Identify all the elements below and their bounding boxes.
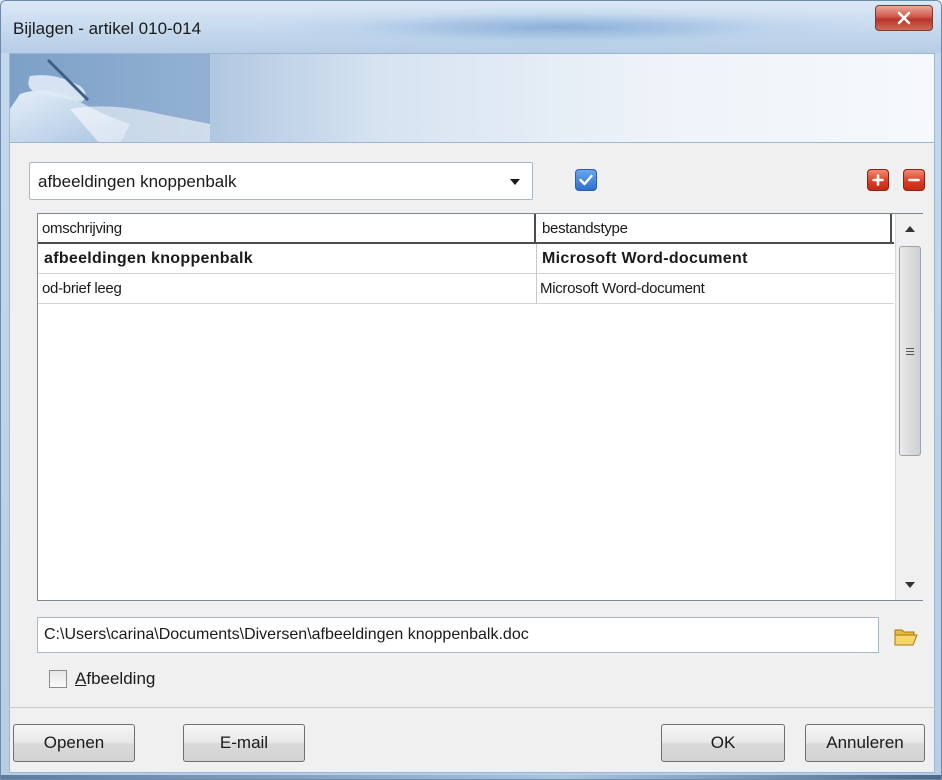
afbeelding-label-accesskey: A bbox=[75, 669, 87, 688]
column-header-omschrijving[interactable]: omschrijving bbox=[42, 220, 122, 237]
cell-divider bbox=[536, 274, 537, 304]
arrow-up-icon bbox=[905, 226, 915, 232]
table-header: omschrijving bestandstype bbox=[38, 214, 894, 244]
add-attachment-button[interactable] bbox=[867, 169, 889, 191]
column-divider-end[interactable] bbox=[890, 214, 892, 244]
window-bottom-edge bbox=[1, 775, 941, 779]
checkbox-checked-icon[interactable] bbox=[575, 169, 597, 191]
afbeelding-label[interactable]: Afbeelding bbox=[75, 669, 155, 689]
table-row[interactable]: od-brief leeg Microsoft Word-document bbox=[38, 274, 894, 304]
cell-bestandstype: Microsoft Word-document bbox=[542, 250, 748, 267]
scroll-thumb[interactable] bbox=[899, 246, 921, 456]
remove-attachment-button[interactable] bbox=[903, 169, 925, 191]
browse-folder-button[interactable] bbox=[893, 625, 919, 647]
afbeelding-checkbox[interactable] bbox=[49, 670, 67, 688]
dialog-window: Bijlagen - artikel 010-014 afbeeldingen … bbox=[0, 0, 942, 780]
ok-button[interactable]: OK bbox=[661, 724, 785, 762]
writing-hand-illustration bbox=[10, 54, 210, 142]
plus-icon bbox=[872, 174, 884, 186]
minus-icon bbox=[908, 178, 920, 182]
afbeelding-label-text: fbeelding bbox=[86, 669, 156, 688]
file-path-value: C:\Users\carina\Documents\Diversen\afbee… bbox=[44, 626, 529, 643]
close-icon bbox=[897, 11, 911, 25]
attachment-selector-value: afbeeldingen knoppenbalk bbox=[38, 172, 237, 191]
open-button[interactable]: Openen bbox=[13, 724, 135, 762]
button-row-divider bbox=[9, 707, 935, 708]
grip-icon bbox=[906, 347, 914, 355]
chevron-down-icon[interactable] bbox=[510, 179, 520, 185]
column-header-bestandstype[interactable]: bestandstype bbox=[542, 220, 628, 237]
file-path-input[interactable]: C:\Users\carina\Documents\Diversen\afbee… bbox=[37, 617, 879, 653]
attachment-selector[interactable]: afbeeldingen knoppenbalk bbox=[29, 162, 533, 200]
cell-bestandstype: Microsoft Word-document bbox=[540, 280, 705, 297]
title-bar-glow bbox=[261, 7, 861, 47]
header-banner bbox=[9, 53, 935, 143]
column-divider[interactable] bbox=[534, 214, 536, 244]
cell-omschrijving: afbeeldingen knoppenbalk bbox=[44, 250, 254, 267]
vertical-scrollbar[interactable] bbox=[895, 214, 923, 600]
title-bar[interactable]: Bijlagen - artikel 010-014 bbox=[1, 1, 941, 53]
afbeelding-option[interactable]: Afbeelding bbox=[49, 667, 155, 691]
scroll-down-button[interactable] bbox=[896, 570, 924, 600]
cancel-button[interactable]: Annuleren bbox=[805, 724, 925, 762]
arrow-down-icon bbox=[905, 582, 915, 588]
folder-open-icon bbox=[894, 629, 918, 646]
cell-divider bbox=[536, 244, 537, 274]
close-button[interactable] bbox=[875, 5, 933, 31]
attachments-table: omschrijving bestandstype afbeeldingen k… bbox=[37, 213, 923, 601]
table-row[interactable]: afbeeldingen knoppenbalk Microsoft Word-… bbox=[38, 244, 894, 274]
checkmark-icon bbox=[579, 174, 593, 186]
window-title: Bijlagen - artikel 010-014 bbox=[13, 19, 202, 38]
email-button[interactable]: E-mail bbox=[183, 724, 305, 762]
scroll-up-button[interactable] bbox=[896, 214, 924, 244]
cell-omschrijving: od-brief leeg bbox=[42, 280, 122, 297]
